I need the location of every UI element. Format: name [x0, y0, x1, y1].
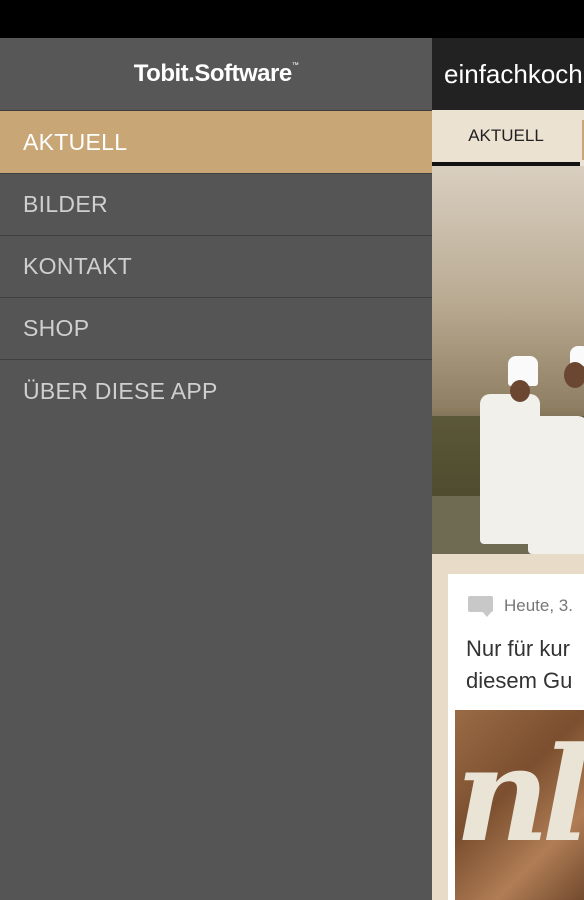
post-date: Heute, 3.	[504, 596, 573, 615]
status-bar	[0, 0, 584, 38]
menu-item-shop[interactable]: SHOP	[0, 298, 432, 360]
tab-strip: AKTUELL	[432, 110, 584, 166]
menu-item-ueber-diese-app[interactable]: ÜBER DIESE APP	[0, 360, 432, 422]
chef-face-right	[564, 362, 584, 388]
tab-label: AKTUELL	[468, 126, 544, 145]
app-bar: einfachkoch	[432, 38, 584, 110]
menu-item-label: AKTUELL	[23, 128, 128, 155]
menu-item-label: BILDER	[23, 191, 108, 217]
thumbnail-lettering: nl	[455, 718, 584, 871]
news-card[interactable]: Heute, 3. Nur für kur diesem Gu nl	[448, 574, 584, 900]
post-meta: Heute, 3.	[468, 596, 573, 617]
chef-face-left	[510, 380, 530, 402]
app-title: einfachkoch	[444, 58, 583, 89]
menu-item-bilder[interactable]: BILDER	[0, 174, 432, 236]
menu-item-aktuell[interactable]: AKTUELL	[0, 111, 432, 174]
content-panel[interactable]: einfachkoch AKTUELL Heute, 3. Nur für ku…	[432, 38, 584, 900]
headline-line-2: diesem Gu	[466, 668, 573, 693]
tab-aktuell[interactable]: AKTUELL	[432, 110, 580, 166]
drawer-menu: AKTUELL BILDER KONTAKT SHOP ÜBER DIESE A…	[0, 111, 432, 422]
tobit-software-logo: Tobit.Software™	[133, 60, 299, 88]
menu-item-kontakt[interactable]: KONTAKT	[0, 236, 432, 298]
logo-trademark: ™	[291, 62, 299, 69]
hero-image[interactable]	[432, 166, 584, 554]
navigation-drawer: Tobit.Software™ AKTUELL BILDER KONTAKT S…	[0, 38, 432, 900]
menu-item-label: KONTAKT	[23, 253, 133, 279]
headline-line-1: Nur für kur	[466, 636, 570, 661]
menu-item-label: SHOP	[23, 315, 90, 341]
chef-figure-right	[528, 416, 584, 554]
drawer-header: Tobit.Software™	[0, 38, 432, 111]
post-headline[interactable]: Nur für kur diesem Gu	[466, 633, 584, 697]
post-thumbnail[interactable]: nl	[455, 710, 584, 900]
logo-text: Tobit.Software	[133, 60, 292, 87]
comment-icon	[468, 596, 493, 617]
menu-item-label: ÜBER DIESE APP	[23, 377, 218, 404]
